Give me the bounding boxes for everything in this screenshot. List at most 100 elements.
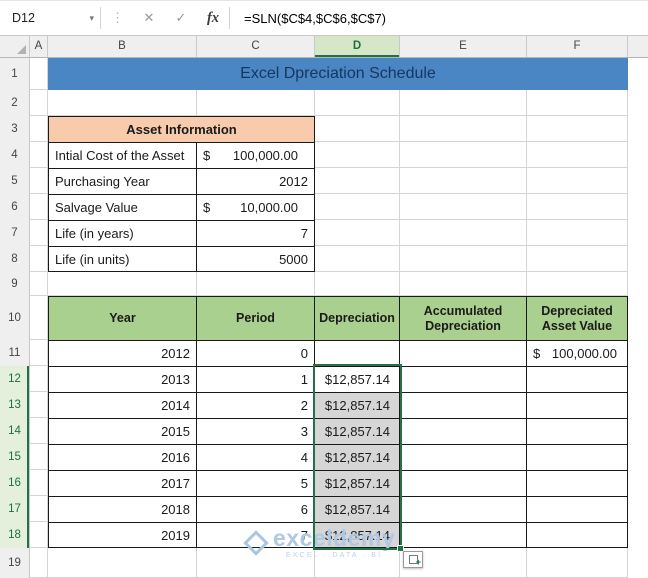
cell-B11[interactable]: 2012 [49, 341, 197, 366]
cell-E3[interactable] [400, 116, 527, 142]
cell-E13[interactable] [400, 393, 527, 418]
row-header-5[interactable]: 5 [0, 168, 29, 194]
cell-F3[interactable] [527, 116, 628, 142]
cell-F15[interactable] [527, 445, 627, 470]
cell-C13[interactable]: 2 [197, 393, 315, 418]
row-header-7[interactable]: 7 [0, 220, 29, 246]
cell-C16[interactable]: 5 [197, 471, 315, 496]
cell-D9[interactable] [315, 272, 400, 296]
cell-E2[interactable] [400, 90, 527, 116]
cell-C9[interactable] [197, 272, 315, 296]
cell-C2[interactable] [197, 90, 315, 116]
row-header-10[interactable]: 10 [0, 296, 29, 340]
header-depreciated-asset-value[interactable]: Depreciated Asset Value [527, 297, 627, 340]
cell-C17[interactable]: 6 [197, 497, 315, 522]
col-header-D[interactable]: D [315, 36, 400, 57]
cell-E7[interactable] [400, 220, 527, 246]
row-header-9[interactable]: 9 [0, 272, 29, 296]
cell-E9[interactable] [400, 272, 527, 296]
row-header-14[interactable]: 14 [0, 418, 29, 444]
cell-C19[interactable] [197, 548, 315, 578]
col-header-A[interactable]: A [30, 36, 48, 57]
cell-D18[interactable]: $12,857.14 [315, 523, 400, 547]
cell-F6[interactable] [527, 194, 628, 220]
cell-E16[interactable] [400, 471, 527, 496]
name-box[interactable]: D12 ▾ [0, 1, 100, 35]
auto-fill-options-button[interactable]: + [403, 551, 423, 568]
row-header-1[interactable]: 1 [0, 58, 29, 90]
cell-C4[interactable]: $ 100,000.00 [197, 143, 314, 168]
cell-A6[interactable] [30, 194, 48, 220]
row-header-6[interactable]: 6 [0, 194, 29, 220]
cell-A11[interactable] [30, 340, 48, 366]
cell-D17[interactable]: $12,857.14 [315, 497, 400, 522]
cell-D16[interactable]: $12,857.14 [315, 471, 400, 496]
cell-B12[interactable]: 2013 [49, 367, 197, 392]
cell-A5[interactable] [30, 168, 48, 194]
cell-E18[interactable] [400, 523, 527, 547]
cell-B16[interactable]: 2017 [49, 471, 197, 496]
cell-C18[interactable]: 7 [197, 523, 315, 547]
cell-D4[interactable] [315, 142, 400, 168]
cell-B19[interactable] [48, 548, 197, 578]
cell-B4[interactable]: Intial Cost of the Asset [49, 143, 197, 168]
insert-function-icon[interactable]: fx [197, 10, 229, 27]
cell-F2[interactable] [527, 90, 628, 116]
cell-F16[interactable] [527, 471, 627, 496]
cell-B9[interactable] [48, 272, 197, 296]
cell-A19[interactable] [30, 548, 48, 578]
cell-D6[interactable] [315, 194, 400, 220]
cell-B14[interactable]: 2015 [49, 419, 197, 444]
cell-B7[interactable]: Life (in years) [49, 221, 197, 246]
cell-B18[interactable]: 2019 [49, 523, 197, 547]
cell-C7[interactable]: 7 [197, 221, 314, 246]
cell-F8[interactable] [527, 246, 628, 272]
cell-D15[interactable]: $12,857.14 [315, 445, 400, 470]
row-header-4[interactable]: 4 [0, 142, 29, 168]
cell-C12[interactable]: 1 [197, 367, 315, 392]
cell-A14[interactable] [30, 418, 48, 444]
cell-F19[interactable] [527, 548, 628, 578]
cell-A2[interactable] [30, 90, 48, 116]
cell-F5[interactable] [527, 168, 628, 194]
cell-E4[interactable] [400, 142, 527, 168]
cell-C6[interactable]: $ 10,000.00 [197, 195, 314, 220]
row-header-11[interactable]: 11 [0, 340, 29, 366]
cell-F18[interactable] [527, 523, 627, 547]
cell-D13[interactable]: $12,857.14 [315, 393, 400, 418]
cell-D8[interactable] [315, 246, 400, 272]
cell-E15[interactable] [400, 445, 527, 470]
cell-A15[interactable] [30, 444, 48, 470]
formula-input[interactable]: =SLN($C$4,$C$6,$C$7) [230, 11, 386, 26]
header-accumulated-depreciation[interactable]: Accumulated Depreciation [400, 297, 527, 340]
cell-D2[interactable] [315, 90, 400, 116]
cell-F12[interactable] [527, 367, 627, 392]
cell-D12-active[interactable]: $12,857.14 [315, 367, 400, 392]
cell-A3[interactable] [30, 116, 48, 142]
cell-A18[interactable] [30, 522, 48, 548]
cell-A13[interactable] [30, 392, 48, 418]
cancel-icon[interactable]: ✕ [133, 10, 165, 26]
cell-C11[interactable]: 0 [197, 341, 315, 366]
row-header-8[interactable]: 8 [0, 246, 29, 272]
cell-B17[interactable]: 2018 [49, 497, 197, 522]
cell-B5[interactable]: Purchasing Year [49, 169, 197, 194]
cell-E14[interactable] [400, 419, 527, 444]
cell-B3[interactable]: Asset Information [49, 117, 314, 143]
title-banner[interactable]: Excel Dpreciation Schedule [48, 58, 628, 90]
cell-A9[interactable] [30, 272, 48, 296]
col-header-E[interactable]: E [400, 36, 527, 57]
enter-icon[interactable]: ✓ [165, 10, 197, 26]
cell-D19[interactable] [315, 548, 400, 578]
cell-A16[interactable] [30, 470, 48, 496]
cell-D5[interactable] [315, 168, 400, 194]
cell-D14[interactable]: $12,857.14 [315, 419, 400, 444]
col-header-F[interactable]: F [527, 36, 628, 57]
cell-B8[interactable]: Life (in units) [49, 247, 197, 271]
row-header-15[interactable]: 15 [0, 444, 29, 470]
cell-C8[interactable]: 5000 [197, 247, 314, 271]
header-period[interactable]: Period [197, 297, 315, 340]
cell-E17[interactable] [400, 497, 527, 522]
col-header-C[interactable]: C [197, 36, 315, 57]
cell-B6[interactable]: Salvage Value [49, 195, 197, 220]
